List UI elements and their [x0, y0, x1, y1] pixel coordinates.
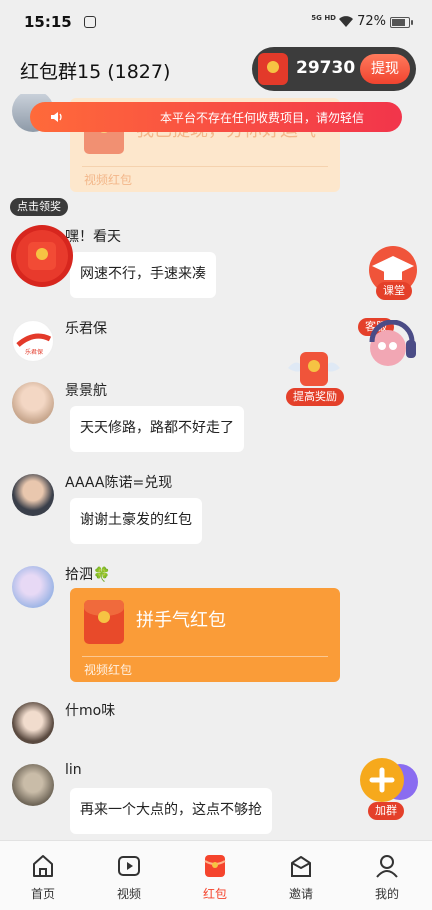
red-packet-icon	[204, 855, 226, 877]
message-bubble[interactable]: 谢谢土豪发的红包	[70, 498, 202, 544]
tab-video[interactable]: 视频	[86, 841, 172, 910]
avatar[interactable]: 乐君保	[12, 320, 54, 362]
svg-text:乐君保: 乐君保	[25, 348, 43, 356]
group-title: 红包群15 (1827)	[20, 61, 171, 83]
tab-label: 我的	[374, 887, 399, 901]
speaker-icon	[51, 112, 62, 122]
coin-balance[interactable]: 29730 提现	[252, 47, 416, 91]
withdraw-button[interactable]: 提现	[360, 54, 410, 84]
sender-name: 拾泗🍀	[65, 567, 111, 583]
profile-icon	[376, 855, 398, 878]
sender-name: lin	[65, 762, 82, 778]
tab-label: 首页	[30, 887, 55, 901]
customer-service-widget[interactable]: 客服	[356, 318, 422, 374]
red-packet-card[interactable]: 拼手气红包 视频红包	[70, 588, 340, 682]
tab-label: 邀请	[288, 887, 313, 901]
claim-prize-widget[interactable]: 点击领奖	[8, 196, 76, 288]
claim-prize-label: 点击领奖	[10, 198, 68, 216]
sender-name: 乐君保	[65, 321, 107, 337]
avatar[interactable]	[12, 382, 54, 424]
join-group-icon	[360, 758, 418, 802]
sender-name: 景景航	[65, 383, 107, 399]
notice-banner: 本平台不存在任何收费项目，请勿轻信	[30, 102, 402, 132]
red-packet-label: 拼手气红包	[136, 610, 226, 631]
tab-profile[interactable]: 我的	[344, 841, 430, 910]
reward-widget[interactable]: 提高奖励	[284, 348, 344, 410]
join-group-label: 加群	[368, 802, 404, 820]
status-time: 15:15	[24, 13, 72, 31]
video-icon	[118, 856, 140, 876]
envelope-icon	[84, 600, 124, 644]
tab-invite[interactable]: 邀请	[258, 841, 344, 910]
sender-name: 什mo味	[65, 703, 116, 719]
message-bubble[interactable]: 网速不行，手速来凑	[70, 252, 216, 298]
sender-name: AAAA陈诺=兑现	[65, 475, 173, 491]
avatar[interactable]	[12, 764, 54, 806]
avatar[interactable]	[12, 566, 54, 608]
chat-list[interactable]: 本平台不存在任何收费项目，请勿轻信 我已提现，分你好运气 视频红包 嘿！看天 网…	[0, 94, 432, 840]
prize-red-packet-icon	[11, 225, 73, 287]
message-bubble[interactable]: 再来一个大点的，这点不够抢	[70, 788, 272, 834]
home-icon	[33, 855, 53, 877]
avatar[interactable]	[12, 702, 54, 744]
tab-label: 视频	[116, 887, 141, 901]
bottom-tab-bar: 首页 视频 红包 邀请 我的	[0, 840, 432, 910]
avatar[interactable]	[12, 474, 54, 516]
wifi-icon	[339, 16, 353, 27]
battery-percent: 72%	[357, 14, 386, 29]
red-packet-icon	[258, 53, 288, 85]
invite-icon	[291, 856, 311, 877]
network-indicator: 5G HD	[311, 14, 336, 22]
red-packet-kind: 视频红包	[84, 173, 133, 187]
join-group-widget[interactable]: 加群	[356, 756, 424, 824]
tab-home[interactable]: 首页	[0, 841, 86, 910]
status-bar: 15:15 5G HD 72%	[0, 0, 432, 44]
chat-header: 红包群15 (1827) 29730 提现	[0, 44, 432, 94]
reward-label: 提高奖励	[286, 388, 344, 406]
tab-label: 红包	[202, 887, 227, 901]
logo-icon: 乐君保	[16, 333, 52, 356]
tab-red-packet[interactable]: 红包	[172, 841, 258, 910]
notice-text: 本平台不存在任何收费项目，请勿轻信	[160, 111, 365, 125]
coin-amount: 29730	[296, 58, 356, 78]
message-bubble[interactable]: 天天修路，路都不好走了	[70, 406, 244, 452]
sim-icon	[84, 16, 96, 28]
battery-icon	[390, 17, 413, 28]
course-widget[interactable]: 课堂	[364, 244, 424, 304]
course-label: 课堂	[376, 282, 412, 300]
red-packet-kind: 视频红包	[84, 663, 133, 677]
headset-icon	[369, 320, 416, 366]
